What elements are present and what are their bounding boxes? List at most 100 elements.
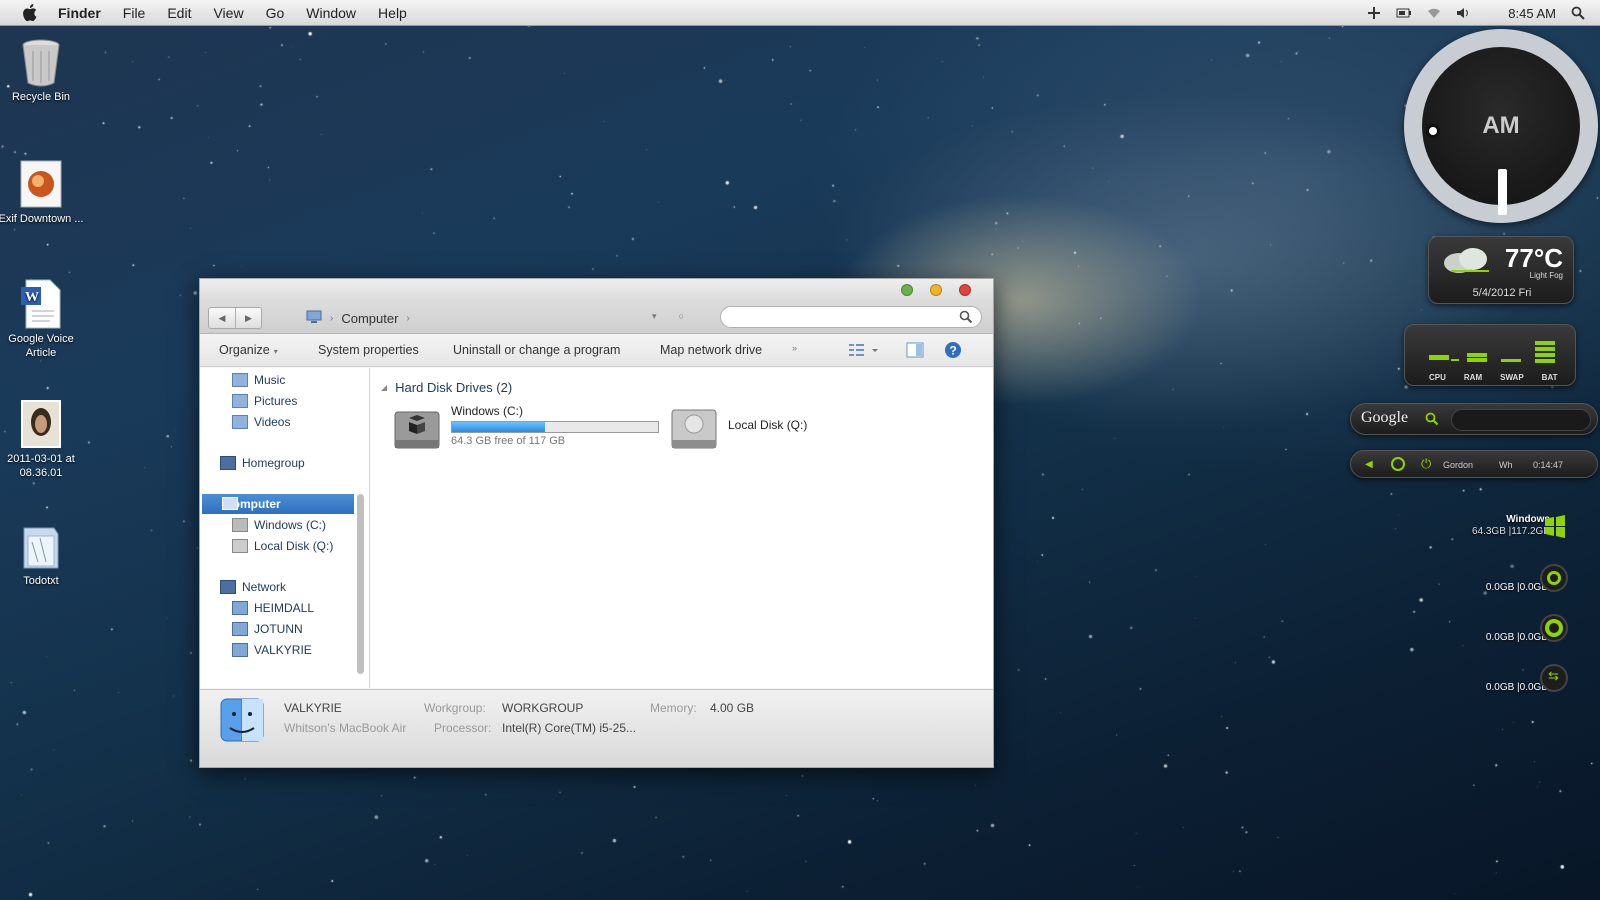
weather-gadget[interactable]: 77°C Light Fog 5/4/2012 Fri <box>1428 236 1574 304</box>
content-pane: ◢ Hard Disk Drives (2) Windows (C:) 64.3… <box>375 368 993 688</box>
sidebar-item-homegroup[interactable]: Homegroup <box>220 453 305 473</box>
processor-value: Intel(R) Core(TM) i5-25... <box>502 721 637 735</box>
preview-pane-icon[interactable] <box>906 342 924 361</box>
system-properties-button[interactable]: System properties <box>318 343 419 357</box>
drive-icon <box>232 518 248 532</box>
workgroup-label: Workgroup: <box>424 701 486 715</box>
uninstall-program-button[interactable]: Uninstall or change a program <box>453 343 620 357</box>
drive-gadget-windows[interactable]: Windows 64.3GB |117.2GB <box>1472 514 1550 538</box>
drive-local-disk-q[interactable]: Local Disk (Q:) <box>670 404 807 457</box>
refresh-icon[interactable]: ○ <box>679 311 684 322</box>
repeat-icon[interactable] <box>1391 457 1405 471</box>
menu-edit[interactable]: Edit <box>167 5 191 21</box>
sidebar-item-music[interactable]: Music <box>232 370 285 390</box>
computer-icon <box>232 601 248 615</box>
menu-clock[interactable]: 8:45 AM <box>1508 6 1556 21</box>
desktop-icon-label: 2011-03-01 at 08.36.01 <box>7 453 75 479</box>
sidebar-item-valkyrie[interactable]: VALKYRIE <box>232 640 312 660</box>
drive-free-space: 64.3 GB free of 117 GB <box>451 435 566 447</box>
sidebar-item-label: Pictures <box>254 394 298 408</box>
drive-windows-c[interactable]: Windows (C:) 64.3 GB free of 117 GB <box>393 404 659 457</box>
group-title: Hard Disk Drives (2) <box>395 380 513 395</box>
breadcrumb-computer[interactable]: Computer <box>341 311 398 326</box>
desktop-icon-google-voice-article[interactable]: W Google Voice Article <box>0 278 86 360</box>
breadcrumb[interactable]: › Computer › <box>306 310 410 327</box>
memory-value: 4.00 GB <box>710 701 755 715</box>
menu-window[interactable]: Window <box>306 5 356 21</box>
search-icon <box>959 310 973 324</box>
history-dropdown-icon[interactable]: ▾ <box>652 311 657 322</box>
sidebar-item-label: VALKYRIE <box>254 643 312 657</box>
search-icon[interactable] <box>1425 412 1439 431</box>
desktop-icon-exif[interactable]: Exif Downtown ... <box>0 158 86 226</box>
window-titlebar[interactable] <box>200 279 993 301</box>
network-icon <box>220 580 236 594</box>
weather-date: 5/4/2012 Fri <box>1472 287 1532 299</box>
desktop-icon-photo[interactable]: 2011-03-01 at 08.36.01 <box>0 398 86 480</box>
weather-condition: Light Fog <box>1529 271 1563 280</box>
computer-icon <box>232 643 248 657</box>
sidebar-item-videos[interactable]: Videos <box>232 412 290 432</box>
menu-go[interactable]: Go <box>266 5 285 21</box>
clock-gadget[interactable]: AM <box>1404 29 1598 223</box>
computer-icon <box>306 310 322 327</box>
back-button[interactable]: ◀ <box>209 308 235 328</box>
computer-model: Whitson's MacBook Air <box>284 721 407 735</box>
clock-period: AM <box>1482 112 1520 139</box>
desktop-icon-recycle-bin[interactable]: Recycle Bin <box>0 36 86 104</box>
breadcrumb-separator-icon[interactable]: › <box>406 313 409 324</box>
navigation-pane-scrollbar[interactable] <box>357 494 364 674</box>
sidebar-item-network[interactable]: Network <box>220 577 286 597</box>
recycle-bin-icon <box>17 36 65 88</box>
clock-hour-hand <box>1498 169 1507 215</box>
address-bar: ◀ ▶ › Computer › ▾ ○ <box>200 301 993 334</box>
window-body: Music Pictures Videos Homegroup Computer… <box>200 368 993 688</box>
wifi-icon[interactable] <box>1426 6 1442 20</box>
sidebar-item-pictures[interactable]: Pictures <box>232 391 297 411</box>
sidebar-item-label: Videos <box>254 415 291 429</box>
collapse-icon[interactable]: ◢ <box>381 383 387 392</box>
menu-view[interactable]: View <box>213 5 243 21</box>
forward-button[interactable]: ▶ <box>235 308 261 328</box>
folder-icon <box>17 520 65 572</box>
plus-icon[interactable] <box>1366 6 1382 20</box>
desktop-icon-todotxt[interactable]: Todotxt <box>0 520 86 588</box>
power-icon[interactable]: ⏻ <box>1421 456 1431 472</box>
meter-label-ram: RAM <box>1463 373 1483 382</box>
spotlight-icon[interactable] <box>1570 6 1586 20</box>
sidebar-item-local-disk-q[interactable]: Local Disk (Q:) <box>232 536 333 556</box>
search-input[interactable] <box>720 306 982 328</box>
view-options-icon[interactable] <box>848 342 878 361</box>
sidebar-item-heimdall[interactable]: HEIMDALL <box>232 598 314 618</box>
volume-icon[interactable] <box>1456 6 1472 20</box>
menu-finder[interactable]: Finder <box>58 5 101 21</box>
memory-label: Memory: <box>650 701 697 715</box>
drive-gadget-usage-1: 0.0GB |0.0GB <box>1485 582 1548 593</box>
zoom-button[interactable] <box>901 284 913 296</box>
more-commands-icon[interactable]: » <box>792 343 797 353</box>
google-search-gadget[interactable]: Google <box>1350 403 1598 435</box>
pictures-library-icon <box>232 394 248 408</box>
drive-gadget-name: Windows <box>1506 514 1550 525</box>
app-icon <box>17 158 65 210</box>
command-bar: Organize ▾ System properties Uninstall or… <box>200 334 993 367</box>
menu-help[interactable]: Help <box>378 5 407 21</box>
google-search-input[interactable] <box>1451 409 1591 431</box>
back-arrow-icon[interactable]: ◀ <box>1365 459 1373 470</box>
system-meter-gadget[interactable]: CPU RAM SWAP BAT <box>1404 324 1576 386</box>
menu-file[interactable]: File <box>123 5 146 21</box>
minimize-button[interactable] <box>930 284 942 296</box>
apple-menu-icon[interactable] <box>18 0 42 26</box>
sidebar-item-jotunn[interactable]: JOTUNN <box>232 619 303 639</box>
help-icon[interactable]: ? <box>944 341 962 362</box>
group-header[interactable]: ◢ Hard Disk Drives (2) <box>381 380 512 395</box>
organize-button[interactable]: Organize ▾ <box>219 343 278 357</box>
close-button[interactable] <box>959 284 971 296</box>
explorer-window: ◀ ▶ › Computer › ▾ ○ Organize ▾ System pr… <box>199 278 994 768</box>
media-player-gadget[interactable]: ◀ ⏻ Gordon Wh 0:14:47 <box>1350 450 1598 478</box>
meter-label-swap: SWAP <box>1500 373 1524 382</box>
sidebar-item-windows-c[interactable]: Windows (C:) <box>232 515 326 535</box>
battery-icon[interactable] <box>1396 6 1412 20</box>
windows-drive-icon <box>393 404 441 457</box>
map-network-drive-button[interactable]: Map network drive <box>660 343 762 357</box>
